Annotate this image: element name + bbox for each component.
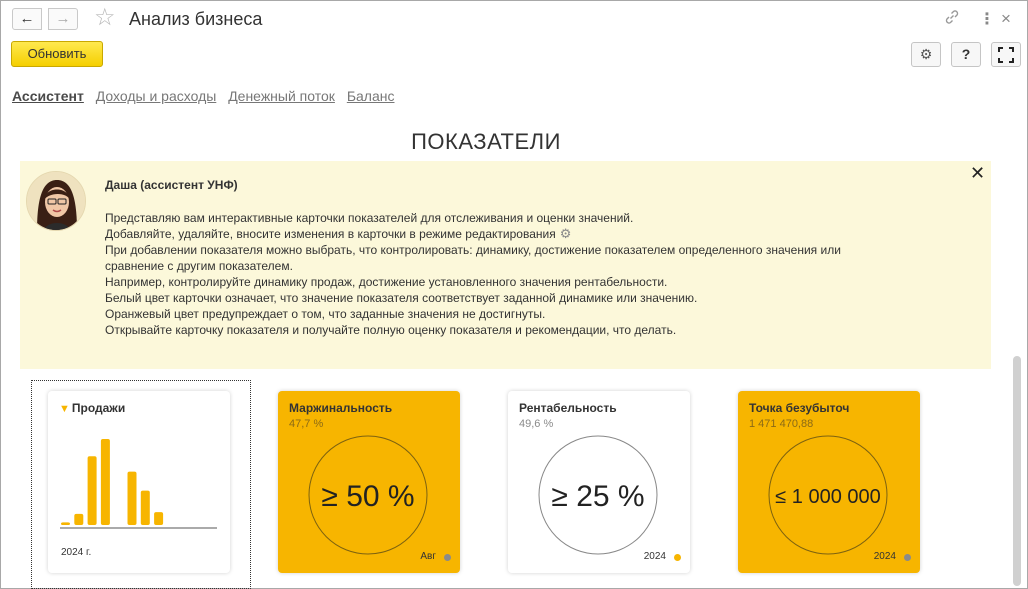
assistant-message: Представляю вам интерактивные карточки п…	[105, 210, 965, 338]
sales-bar	[100, 439, 110, 525]
card-target: ≤ 1 000 000	[775, 486, 881, 508]
status-dot	[904, 554, 911, 561]
sales-bar-chart	[60, 439, 217, 529]
tab-balance[interactable]: Баланс	[347, 88, 395, 104]
window-title: Анализ бизнеса	[129, 9, 263, 29]
card-breakeven[interactable]: Точка безубыточ 1 471 470,88 ≤ 1 000 000…	[738, 391, 920, 573]
assistant-panel: Даша (ассистент УНФ) ✕ Представляю вам и…	[20, 161, 991, 369]
card-profitability[interactable]: Рентабельность 49,6 % ≥ 25 % 2024	[508, 391, 690, 573]
sales-bar	[74, 513, 84, 525]
assistant-line: Оранжевый цвет предупреждает о том, что …	[105, 307, 546, 321]
sales-bar	[87, 456, 97, 525]
card-period: 2024 г.	[61, 547, 92, 558]
card-sales[interactable]: ▼ Продажи 2024 г.	[48, 391, 230, 573]
assistant-line: Представляю вам интерактивные карточки п…	[105, 211, 634, 225]
assistant-line: Например, контролируйте динамику продаж,…	[105, 275, 668, 289]
vertical-scrollbar[interactable]	[1013, 146, 1021, 586]
more-menu-icon[interactable]: ⋮	[979, 9, 995, 29]
target-circle: ≤ 1 000 000	[768, 435, 888, 555]
help-button[interactable]: ?	[951, 42, 981, 67]
assistant-line: Открывайте карточку показателя и получай…	[105, 323, 677, 337]
card-value: 1 471 470,88	[749, 418, 814, 430]
assistant-line: Добавляйте, удаляйте, вносите изменения …	[105, 227, 556, 241]
assistant-line: Белый цвет карточки означает, что значен…	[105, 291, 698, 305]
assistant-line: сравнение с другим показателем.	[105, 259, 293, 273]
status-dot	[674, 554, 681, 561]
tab-bar: Ассистент Доходы и расходы Денежный пото…	[12, 88, 402, 104]
settings-button[interactable]: ⚙	[911, 42, 941, 67]
assistant-line-with-gear: Добавляйте, удаляйте, вносите изменения …	[105, 226, 965, 242]
back-button[interactable]: ←	[12, 8, 42, 30]
arrow-left-icon: ←	[19, 10, 35, 27]
gear-icon: ⚙	[559, 226, 572, 241]
sales-bar	[61, 522, 70, 525]
assistant-line: При добавлении показателя можно выбрать,…	[105, 243, 841, 257]
card-value: 49,6 %	[519, 418, 554, 430]
tab-assistant[interactable]: Ассистент	[12, 88, 84, 104]
card-margin[interactable]: Маржинальность 47,7 % ≥ 50 % Авг	[278, 391, 460, 573]
update-button[interactable]: Обновить	[11, 41, 103, 67]
card-period: 2024	[873, 551, 896, 562]
card-period: 2024	[643, 551, 666, 562]
close-window-icon[interactable]: ×	[1001, 9, 1011, 29]
arrow-right-icon: →	[55, 10, 71, 27]
title-bar: ← → ☆ Анализ бизнеса ⋮ ×	[1, 1, 1027, 37]
fullscreen-button[interactable]	[991, 42, 1021, 67]
card-title: Маржинальность	[289, 401, 393, 415]
app-window: ← → ☆ Анализ бизнеса ⋮ × Обновить ⚙ ? Ас…	[0, 0, 1028, 589]
link-icon[interactable]	[944, 9, 960, 30]
gear-icon: ⚙	[919, 46, 933, 62]
card-period: Авг	[420, 551, 436, 562]
fullscreen-icon	[998, 47, 1014, 63]
target-circle: ≥ 25 %	[538, 435, 658, 555]
card-title: Точка безубыточ	[749, 401, 850, 415]
tab-income-expenses[interactable]: Доходы и расходы	[96, 88, 217, 104]
tab-cash-flow[interactable]: Денежный поток	[228, 88, 335, 104]
scrollbar-thumb[interactable]	[1013, 356, 1021, 586]
forward-button[interactable]: →	[48, 8, 78, 30]
section-title: ПОКАЗАТЕЛИ	[411, 129, 561, 154]
sales-bar	[140, 490, 150, 525]
status-dot	[444, 554, 451, 561]
sales-bar	[154, 512, 164, 525]
assistant-name: Даша (ассистент УНФ)	[105, 178, 238, 192]
card-target: ≥ 50 %	[321, 480, 414, 513]
assistant-close-icon[interactable]: ✕	[970, 163, 985, 184]
sales-bar	[127, 471, 137, 525]
target-circle: ≥ 50 %	[308, 435, 428, 555]
favorite-star-icon[interactable]: ☆	[94, 5, 116, 31]
card-target: ≥ 25 %	[551, 480, 644, 513]
assistant-avatar	[26, 171, 86, 231]
card-title: Рентабельность	[519, 401, 617, 415]
card-value: 47,7 %	[289, 418, 324, 430]
